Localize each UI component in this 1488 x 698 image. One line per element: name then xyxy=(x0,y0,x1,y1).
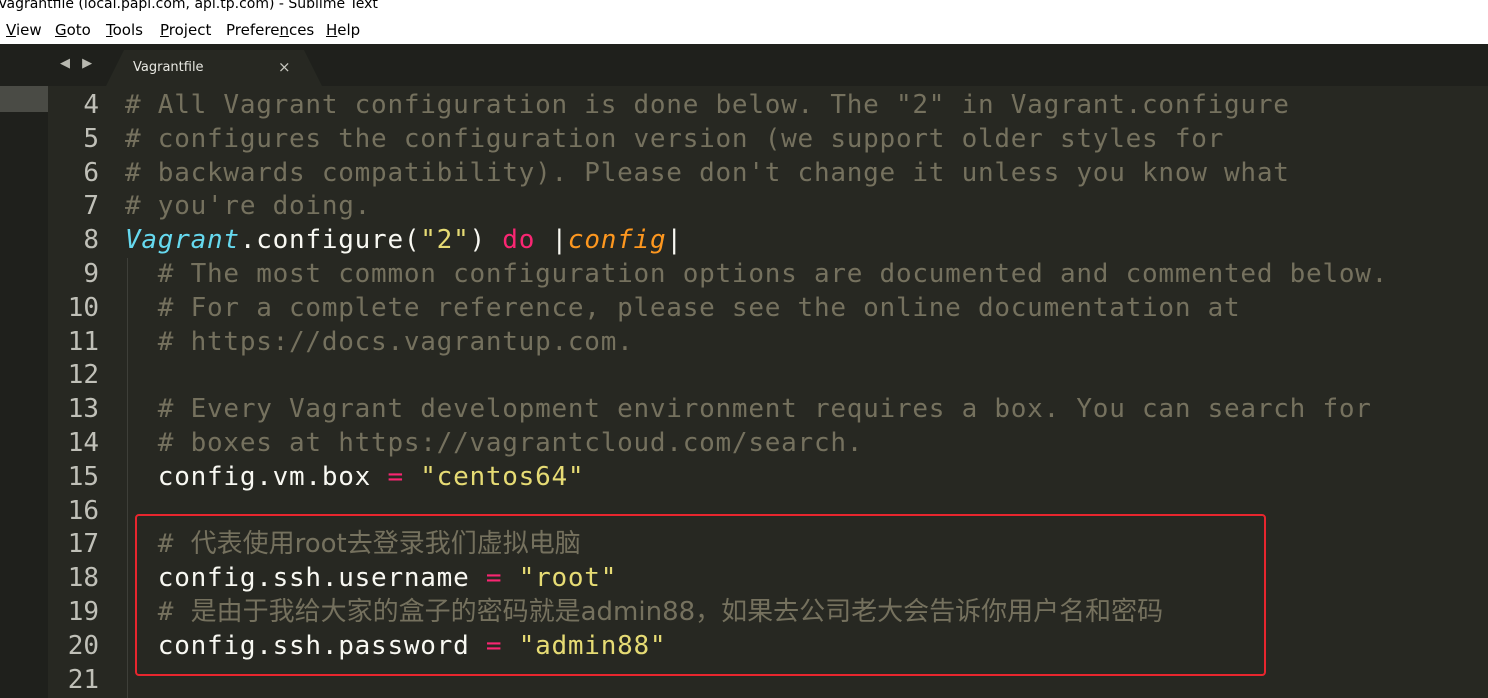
menu-label-part: roject xyxy=(168,21,212,39)
line-number: 17 xyxy=(67,529,99,559)
menu-item-view[interactable]: View xyxy=(6,21,42,39)
menu-item-preferences[interactable]: Preferences xyxy=(226,21,314,39)
code-line[interactable]: 14 # boxes at https://vagrantcloud.com/s… xyxy=(0,426,1488,460)
close-icon[interactable]: × xyxy=(278,58,291,76)
menu-accelerator-key: H xyxy=(326,21,338,39)
code-token: config xyxy=(567,225,667,255)
code-token: ) xyxy=(469,225,503,255)
line-number: 4 xyxy=(83,90,99,120)
line-number: 6 xyxy=(83,158,99,188)
tab-bar: ◀ ▶ Vagrantfile × xyxy=(0,44,1488,86)
menu-accelerator-key: P xyxy=(160,21,169,39)
menu-item-tools[interactable]: Tools xyxy=(106,21,143,39)
code-line[interactable]: 6 # backwards compatibility). Please don'… xyxy=(0,156,1488,190)
code-line[interactable]: 13 # Every Vagrant development environme… xyxy=(0,392,1488,426)
code-token: # For a complete reference, please see t… xyxy=(125,293,1241,323)
line-number: 19 xyxy=(67,597,99,627)
line-number: 8 xyxy=(83,225,99,255)
menu-accelerator-key: V xyxy=(6,21,16,39)
line-number: 15 xyxy=(67,462,99,492)
line-number: 13 xyxy=(67,394,99,424)
line-number: 11 xyxy=(67,327,99,357)
menu-accelerator-key: G xyxy=(55,21,67,39)
menu-accelerator-key: n xyxy=(279,21,289,39)
code-token: "centos64" xyxy=(420,462,585,492)
code-token: Vagrant xyxy=(125,225,240,255)
code-token: | xyxy=(535,225,568,255)
code-line[interactable]: 4 # All Vagrant configuration is done bel… xyxy=(0,88,1488,122)
code-token: | xyxy=(666,225,683,255)
code-text: # boxes at https://vagrantcloud.com/sear… xyxy=(125,426,863,460)
line-number: 16 xyxy=(67,496,99,526)
line-number: 21 xyxy=(67,665,99,695)
code-token: "2" xyxy=(420,225,470,255)
code-line[interactable]: 15 config.vm.box = "centos64" xyxy=(0,460,1488,494)
code-text: # The most common configuration options … xyxy=(125,257,1388,291)
code-token: .configure( xyxy=(239,225,421,255)
line-number: 9 xyxy=(83,259,99,289)
code-text: Vagrant.configure("2") do |config| xyxy=(125,223,683,257)
window-title: Vagrantfile (local.papi.com, api.tp.com)… xyxy=(0,0,378,12)
line-number: 18 xyxy=(67,563,99,593)
code-token: = xyxy=(387,462,404,492)
code-token: # backwards compatibility). Please don't… xyxy=(125,158,1290,188)
code-line[interactable]: 11 # https://docs.vagrantup.com. xyxy=(0,325,1488,359)
menu-accelerator-key: T xyxy=(106,21,113,39)
menu-item-goto[interactable]: Goto xyxy=(55,21,91,39)
line-number: 10 xyxy=(67,293,99,323)
menu-label-part: ces xyxy=(288,21,315,39)
line-number: 12 xyxy=(67,360,99,390)
code-token: do xyxy=(502,225,536,255)
code-line[interactable]: 9 # The most common configuration option… xyxy=(0,257,1488,291)
code-text: # https://docs.vagrantup.com. xyxy=(125,325,634,359)
menu-label-part: ools xyxy=(112,21,143,39)
code-text: config.vm.box = "centos64" xyxy=(125,460,584,494)
menu-item-project[interactable]: Project xyxy=(160,21,211,39)
line-number: 7 xyxy=(83,191,99,221)
line-number: 14 xyxy=(67,428,99,458)
code-text: # All Vagrant configuration is done belo… xyxy=(125,88,1290,122)
code-token: # The most common configuration options … xyxy=(125,259,1389,289)
code-text: # Every Vagrant development environment … xyxy=(125,392,1372,426)
code-token: # configures the configuration version (… xyxy=(125,124,1225,154)
menu-bar: View Goto Tools Project Preferences Help xyxy=(0,15,1488,44)
code-line[interactable]: 5 # configures the configuration version … xyxy=(0,122,1488,156)
code-token: # boxes at https://vagrantcloud.com/sear… xyxy=(125,428,864,458)
code-line[interactable]: 12 xyxy=(0,358,1488,392)
window-titlebar: Vagrantfile (local.papi.com, api.tp.com)… xyxy=(0,0,1488,15)
line-number: 5 xyxy=(83,124,99,154)
code-token: # https://docs.vagrantup.com. xyxy=(125,327,634,357)
menu-item-help[interactable]: Help xyxy=(326,21,360,39)
menu-label-part: Prefere xyxy=(226,21,280,39)
annotation-highlight-box xyxy=(135,514,1266,676)
tab-vagrantfile[interactable]: Vagrantfile × xyxy=(106,50,322,86)
code-line[interactable]: 7 # you're doing. xyxy=(0,189,1488,223)
menu-label-part: iew xyxy=(15,21,42,39)
code-token: # All Vagrant configuration is done belo… xyxy=(125,90,1290,120)
menu-label-part: elp xyxy=(337,21,361,39)
menu-label-part: oto xyxy=(66,21,91,39)
code-token: # Every Vagrant development environment … xyxy=(125,394,1372,424)
code-token: # you're doing. xyxy=(125,191,372,221)
line-number: 20 xyxy=(67,631,99,661)
code-line[interactable]: 8 Vagrant.configure("2") do |config| xyxy=(0,223,1488,257)
code-text: # you're doing. xyxy=(125,189,371,223)
code-line[interactable]: 10 # For a complete reference, please se… xyxy=(0,291,1488,325)
code-text: # backwards compatibility). Please don't… xyxy=(125,156,1290,190)
code-text: # configures the configuration version (… xyxy=(125,122,1224,156)
tab-nav-arrows-icon[interactable]: ◀ ▶ xyxy=(60,56,96,71)
code-token: config.vm.box xyxy=(125,462,388,492)
tab-label: Vagrantfile xyxy=(133,60,204,75)
code-text: # For a complete reference, please see t… xyxy=(125,291,1240,325)
